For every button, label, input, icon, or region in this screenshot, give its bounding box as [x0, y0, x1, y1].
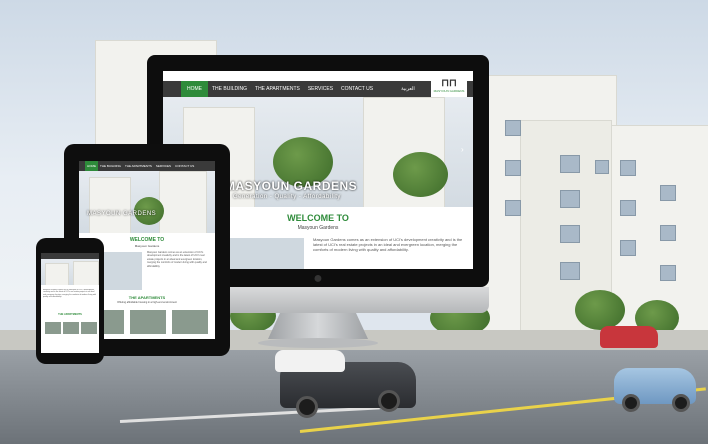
hero-title: MASYOUN GARDENS — [87, 211, 157, 217]
nav-services[interactable]: SERVICES — [154, 161, 173, 171]
car-wheel — [378, 390, 400, 412]
apartments-heading: THE APARTMENTS — [128, 295, 166, 300]
nav-the-building[interactable]: THE BUILDING — [98, 161, 123, 171]
window — [660, 185, 676, 201]
phone-device: Masyoun Gardens comes as an extension of… — [36, 238, 104, 364]
nav-services[interactable]: SERVICES — [304, 81, 337, 97]
welcome-heading: WELCOME TO — [129, 237, 165, 243]
window — [560, 262, 580, 280]
apartment-thumbnail[interactable] — [62, 321, 80, 335]
car-wheel — [296, 396, 318, 418]
welcome-text: Masyoun Gardens comes as an extension of… — [147, 251, 207, 268]
car-wheel — [622, 394, 640, 412]
car-white — [275, 350, 345, 372]
window — [620, 160, 636, 176]
car-red — [600, 326, 658, 348]
tree — [575, 290, 625, 330]
hero-tree — [393, 152, 448, 197]
apartments-subheading: Offering affordable housing in a high-en… — [117, 301, 177, 304]
nav-home[interactable]: HOME — [85, 161, 98, 171]
apartment-thumbnail[interactable] — [44, 321, 62, 335]
window — [505, 120, 521, 136]
window — [505, 200, 521, 216]
desktop-nav: HOME THE BUILDING THE APARTMENTS SERVICE… — [163, 81, 473, 97]
tablet-hero: MASYOUN GARDENS — [79, 171, 215, 233]
nav-the-apartments[interactable]: THE APARTMENTS — [123, 161, 154, 171]
nav-home[interactable]: HOME — [181, 81, 208, 97]
tablet-nav: HOME THE BUILDING THE APARTMENTS SERVICE… — [79, 161, 215, 171]
window — [620, 240, 636, 256]
window — [660, 225, 676, 241]
nav-the-building[interactable]: THE BUILDING — [208, 81, 251, 97]
nav-arabic[interactable]: العربية — [397, 81, 419, 97]
apartment-thumbnail[interactable] — [80, 321, 98, 335]
hero-building — [73, 261, 99, 285]
hero-building — [159, 171, 207, 233]
car-wheel — [672, 394, 690, 412]
logo-mark-icon: ⊓⊓ — [441, 78, 457, 89]
nav-contact-us[interactable]: CONTACT US — [173, 161, 196, 171]
nav-the-apartments[interactable]: THE APARTMENTS — [251, 81, 304, 97]
phone-hero — [41, 259, 99, 285]
nav-contact-us[interactable]: CONTACT US — [337, 81, 377, 97]
imac-stand-base — [258, 338, 378, 348]
chevron-right-icon[interactable]: › — [461, 145, 464, 154]
imac-stand — [268, 313, 368, 339]
apartment-thumbnail[interactable] — [171, 309, 209, 335]
window — [560, 155, 580, 173]
apartment-thumbnail[interactable] — [129, 309, 167, 335]
welcome-heading: WELCOME TO — [287, 213, 349, 223]
logo-text: MASYOUN GARDENS — [433, 89, 465, 93]
hero-title: MASYOUN GARDENS — [225, 179, 358, 193]
apple-logo-icon: ● — [313, 270, 323, 287]
window — [560, 225, 580, 243]
phone-website: Masyoun Gardens comes as an extension of… — [41, 253, 99, 353]
welcome-text: Masyoun Gardens comes as an extension of… — [43, 289, 97, 299]
welcome-subheading: Masyoun Gardens — [297, 225, 339, 231]
window — [620, 200, 636, 216]
window — [560, 190, 580, 208]
hero-building — [45, 263, 69, 285]
window — [595, 160, 609, 174]
apartments-heading: THE APARTMENTS — [58, 313, 82, 316]
welcome-subheading: Masyoun Gardens — [134, 244, 160, 248]
window — [505, 160, 521, 176]
welcome-text: Masyoun Gardens comes as an extension of… — [313, 237, 463, 252]
hero-building — [89, 177, 131, 233]
window — [660, 265, 676, 281]
hero-tagline: Generation - Quality - Affordability — [233, 194, 341, 200]
